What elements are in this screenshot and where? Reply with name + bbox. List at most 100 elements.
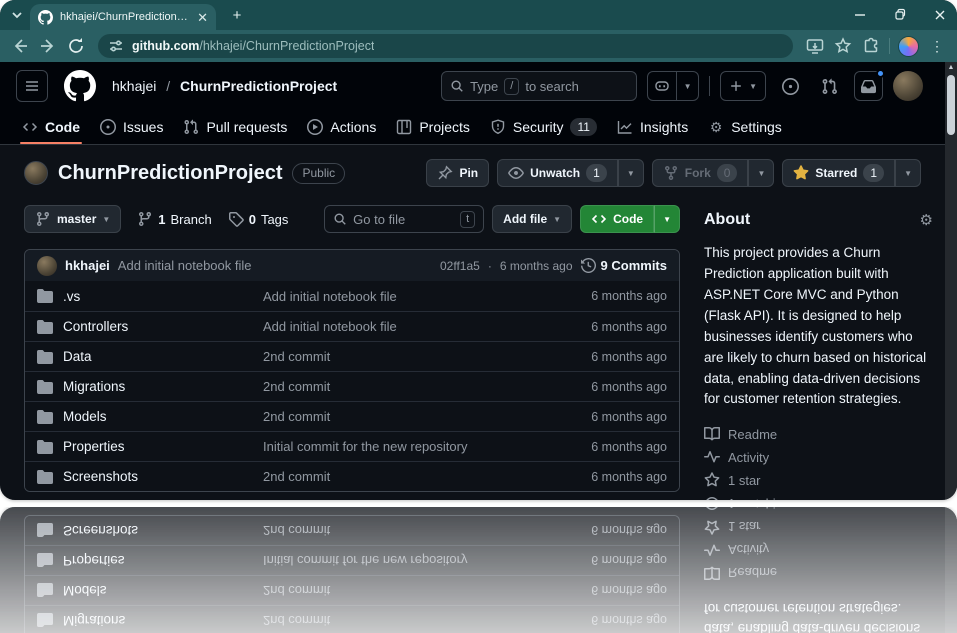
tab-settings[interactable]: ⚙ Settings (698, 110, 792, 144)
watch-dropdown-button[interactable]: ▼ (618, 159, 644, 187)
branches-link[interactable]: 1 Branch (137, 211, 211, 227)
stars-link[interactable]: 1 star (704, 472, 933, 488)
file-name[interactable]: Data (63, 349, 253, 364)
commit-author-avatar[interactable] (37, 256, 57, 276)
create-new-button[interactable]: ▼ (720, 71, 766, 101)
file-row[interactable]: Screenshots 2nd commit 6 months ago (25, 461, 679, 491)
restore-button[interactable] (893, 8, 907, 22)
file-row[interactable]: .vs Add initial notebook file 6 months a… (25, 281, 679, 311)
file-commit-message[interactable]: Add initial notebook file (263, 289, 581, 304)
pull-requests-header-button[interactable] (815, 71, 844, 101)
file-row[interactable]: Data 2nd commit 6 months ago (25, 341, 679, 371)
minimize-button[interactable] (853, 8, 867, 22)
pin-button[interactable]: Pin (426, 159, 489, 187)
scrollbar-thumb[interactable] (947, 75, 955, 135)
forward-icon[interactable] (38, 36, 58, 56)
file-row[interactable]: Properties Initial commit for the new re… (25, 431, 679, 461)
tab-label: Security (513, 119, 564, 135)
go-to-file-input[interactable]: Go to file t (324, 205, 484, 233)
hamburger-menu-button[interactable] (16, 70, 48, 102)
file-commit-message[interactable]: 2nd commit (263, 349, 581, 364)
repo-owner-avatar[interactable] (24, 161, 48, 185)
commit-sha[interactable]: 02ff1a5 (440, 259, 480, 273)
search-icon (333, 212, 347, 226)
fork-button[interactable]: Fork 0 (652, 159, 749, 187)
watchers-link[interactable]: 1 watching (704, 495, 933, 500)
starred-button[interactable]: Starred 1 (782, 159, 895, 187)
branch-select-button[interactable]: master ▼ (24, 205, 121, 233)
tab-issues[interactable]: Issues (90, 110, 173, 144)
folder-icon (37, 319, 53, 335)
branch-select-group: master ▼ (24, 205, 121, 233)
issues-header-button[interactable] (776, 71, 805, 101)
file-commit-message[interactable]: 2nd commit (263, 469, 581, 484)
star-dropdown-button[interactable]: ▼ (895, 159, 921, 187)
bookmark-star-icon[interactable] (833, 36, 853, 56)
code-dropdown-button[interactable]: ▼ (654, 205, 680, 233)
graph-icon (617, 119, 633, 135)
scrollbar-up-icon[interactable]: ▲ (945, 64, 957, 71)
issue-icon (100, 119, 116, 135)
file-commit-message[interactable]: Initial commit for the new repository (263, 439, 581, 454)
slash-key-hint: / (504, 78, 519, 95)
github-logo-icon[interactable] (64, 70, 96, 102)
star-count-badge: 1 (863, 164, 884, 182)
file-name[interactable]: Migrations (63, 379, 253, 394)
user-avatar[interactable] (893, 71, 923, 101)
file-row[interactable]: Controllers Add initial notebook file 6 … (25, 311, 679, 341)
file-row[interactable]: Migrations 2nd commit 6 months ago (25, 371, 679, 401)
browser-menu-icon[interactable]: ⋮ (927, 38, 947, 55)
fork-dropdown-button[interactable]: ▼ (748, 159, 774, 187)
new-tab-button[interactable]: + (228, 6, 246, 24)
file-name[interactable]: Models (63, 409, 253, 424)
commit-message[interactable]: Add initial notebook file (118, 258, 252, 273)
tags-link[interactable]: 0 Tags (228, 211, 289, 227)
commits-history-link[interactable]: 9 Commits (581, 258, 667, 273)
close-button[interactable] (933, 8, 947, 22)
tab-security[interactable]: Security 11 (480, 110, 607, 144)
file-name[interactable]: Controllers (63, 319, 253, 334)
back-icon[interactable] (10, 36, 30, 56)
tab-pull-requests[interactable]: Pull requests (173, 110, 297, 144)
global-search-input[interactable]: Type / to search (441, 71, 637, 101)
breadcrumb-repo[interactable]: ChurnPredictionProject (180, 78, 337, 94)
inbox-button[interactable] (854, 71, 883, 101)
copilot-button[interactable] (647, 71, 677, 101)
watch-button-group: Unwatch 1 ▼ (497, 159, 644, 187)
file-commit-message[interactable]: 2nd commit (263, 379, 581, 394)
browser-tab[interactable]: hkhajei/ChurnPredictionProject ✕ (30, 4, 216, 30)
add-file-button[interactable]: Add file ▼ (492, 205, 572, 233)
browser-window: hkhajei/ChurnPredictionProject ✕ + (0, 0, 957, 500)
commit-author[interactable]: hkhajei (65, 258, 110, 273)
extensions-icon[interactable] (861, 36, 881, 56)
tab-insights[interactable]: Insights (607, 110, 698, 144)
about-settings-gear-icon[interactable]: ⚙ (920, 211, 933, 229)
tab-close-icon[interactable]: ✕ (197, 11, 208, 24)
tab-projects[interactable]: Projects (386, 110, 480, 144)
tab-actions[interactable]: Actions (297, 110, 386, 144)
commit-time: 6 months ago (500, 259, 573, 273)
copilot-dropdown-button[interactable]: ▼ (677, 71, 699, 101)
file-name[interactable]: Properties (63, 439, 253, 454)
browser-profile-avatar[interactable] (898, 36, 919, 57)
repo-title[interactable]: ChurnPredictionProject (58, 162, 282, 185)
window-reflection: hkhajei/ChurnPredictionProject ✕ + (0, 507, 957, 633)
file-name[interactable]: .vs (63, 289, 253, 304)
send-to-device-icon[interactable] (805, 36, 825, 56)
breadcrumb-user[interactable]: hkhajei (112, 78, 156, 94)
code-button[interactable]: Code (580, 205, 654, 233)
file-row[interactable]: Models 2nd commit 6 months ago (25, 401, 679, 431)
unwatch-button[interactable]: Unwatch 1 (497, 159, 618, 187)
site-settings-icon[interactable] (108, 38, 124, 54)
activity-link[interactable]: Activity (704, 449, 933, 465)
address-bar[interactable]: github.com/hkhajei/ChurnPredictionProjec… (98, 34, 793, 58)
file-commit-message[interactable]: 2nd commit (263, 409, 581, 424)
file-name[interactable]: Screenshots (63, 469, 253, 484)
tab-code[interactable]: Code (12, 110, 90, 144)
page-scrollbar[interactable]: ▲ (945, 62, 957, 500)
security-count-badge: 11 (570, 118, 596, 136)
readme-link[interactable]: Readme (704, 426, 933, 442)
reload-icon[interactable] (66, 36, 86, 56)
tab-search-button[interactable] (8, 7, 26, 23)
file-commit-message[interactable]: Add initial notebook file (263, 319, 581, 334)
